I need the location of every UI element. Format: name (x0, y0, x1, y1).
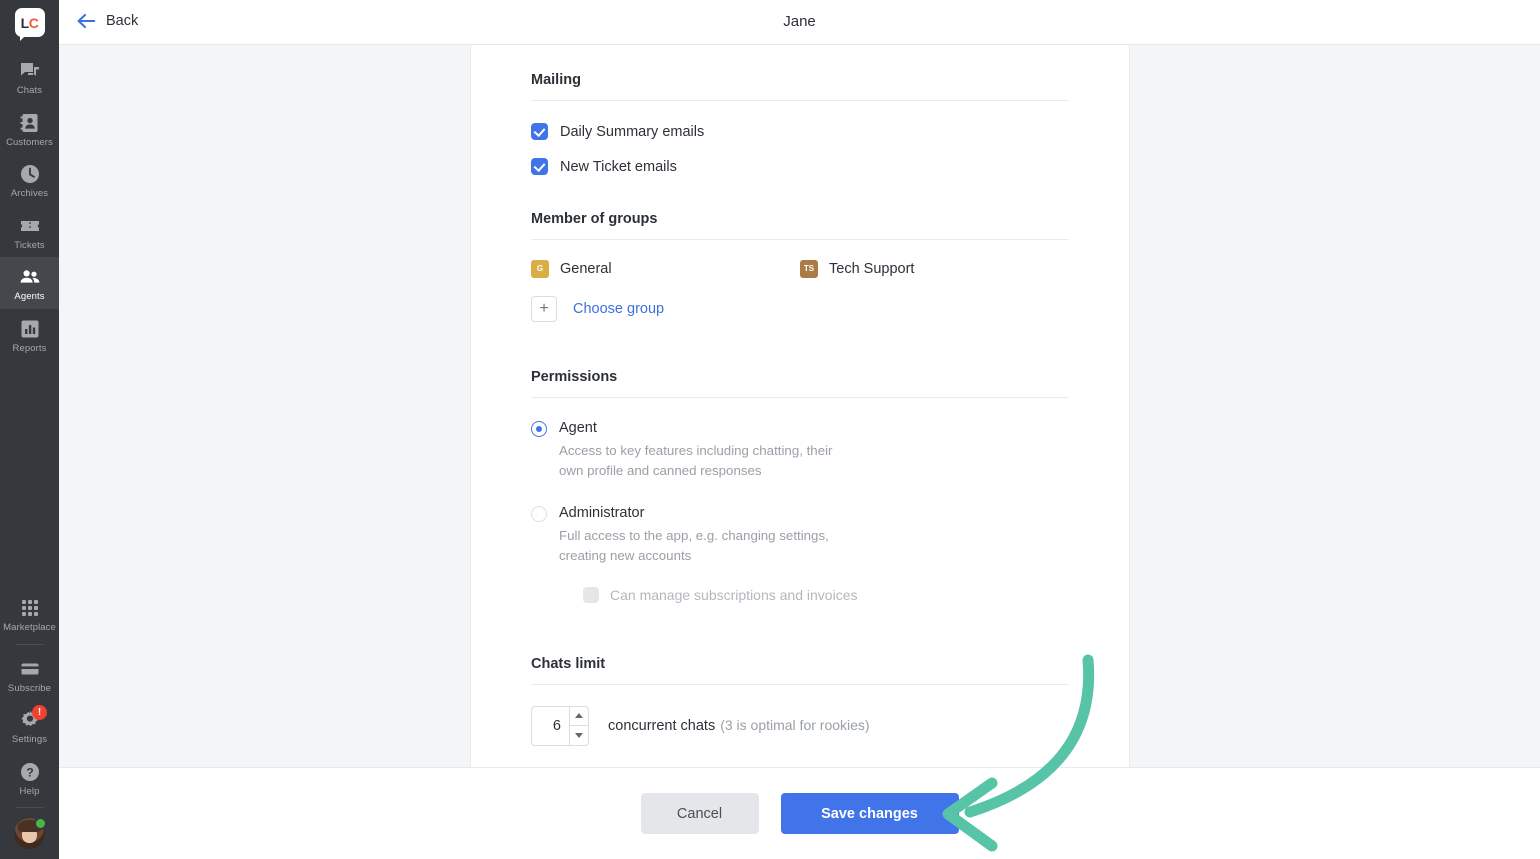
sidebar-item-subscribe[interactable]: Subscribe (0, 649, 59, 701)
checkbox-checked-icon (531, 123, 548, 140)
groups-list: G General TS Tech Support (531, 260, 1069, 278)
content-area: Mailing Daily Summary emails New Ticket … (59, 45, 1540, 767)
archives-icon (19, 163, 41, 185)
checkbox-label: Daily Summary emails (560, 123, 705, 140)
section-chats-limit: Chats limit 6 concurrent chats (3 is opti… (531, 603, 1069, 746)
section-divider (531, 683, 1069, 685)
sidebar-item-marketplace[interactable]: Marketplace (0, 588, 59, 640)
radio-label: Agent (559, 420, 597, 436)
agents-icon (19, 266, 41, 288)
group-initials-badge: TS (800, 260, 818, 278)
radio-description: Access to key features including chattin… (559, 443, 833, 478)
sidebar-label: Reports (12, 342, 47, 354)
marketplace-icon (19, 597, 41, 619)
section-divider (531, 397, 1069, 398)
checkbox-new-ticket-emails[interactable]: New Ticket emails (531, 158, 1069, 175)
chats-limit-stepper[interactable]: 6 (531, 705, 589, 746)
sidebar-item-tickets[interactable]: Tickets (0, 206, 59, 258)
agent-settings-card: Mailing Daily Summary emails New Ticket … (470, 45, 1130, 767)
sidebar-item-help[interactable]: ? Help (0, 752, 59, 804)
choose-group-link[interactable]: Choose group (573, 301, 664, 317)
svg-text:?: ? (26, 765, 33, 779)
chats-limit-value[interactable]: 6 (532, 707, 569, 745)
checkbox-label: New Ticket emails (560, 158, 677, 175)
sidebar-label: Help (19, 785, 40, 797)
checkbox-unchecked-icon (583, 586, 599, 603)
help-icon: ? (19, 761, 41, 783)
livechat-logo[interactable]: LC (14, 8, 45, 41)
radio-label: Administrator (559, 505, 645, 522)
sidebar-label: Chats (16, 85, 43, 96)
radio-agent[interactable]: Agent Access to key features including c… (531, 419, 1069, 480)
radio-unselected-icon (531, 506, 547, 523)
section-mailing: Mailing Daily Summary emails New Ticket … (531, 45, 1069, 175)
page-title: Jane (783, 13, 816, 30)
radio-administrator[interactable]: Administrator Full access to the app, e.… (531, 504, 1069, 603)
chats-icon (19, 60, 41, 82)
radio-description: Full access to the app, e.g. changing se… (559, 528, 829, 564)
plus-icon[interactable]: + (531, 296, 557, 322)
sidebar-item-customers[interactable]: Customers (0, 103, 59, 155)
section-title: Member of groups (531, 211, 658, 227)
cancel-button[interactable]: Cancel (640, 793, 759, 834)
app-root: LC Chats Customers Archives Tickets Agen… (0, 0, 1540, 859)
sidebar-label: Archives (10, 188, 49, 199)
section-title: Permissions (531, 369, 618, 385)
group-initials-badge: G (531, 260, 549, 278)
group-name: General (560, 261, 612, 277)
sidebar-item-agents[interactable]: Agents (0, 257, 59, 309)
subscribe-icon (19, 658, 41, 680)
sidebar-divider (15, 643, 44, 645)
tickets-icon (19, 215, 41, 237)
avatar[interactable] (14, 817, 47, 849)
checkbox-checked-icon (531, 158, 548, 175)
chats-limit-unit: concurrent chats (608, 717, 716, 734)
reports-icon (19, 318, 41, 340)
presence-indicator-online (34, 817, 47, 830)
top-header: Back Jane (59, 0, 1540, 45)
section-divider (531, 100, 1069, 101)
customers-icon (19, 112, 41, 134)
footer-action-bar: Cancel Save changes (59, 767, 1540, 859)
sidebar-label: Tickets (14, 239, 45, 251)
sidebar: LC Chats Customers Archives Tickets Agen… (0, 0, 59, 859)
sidebar-label: Customers (6, 136, 53, 148)
chats-limit-caption: concurrent chats (3 is optimal for rookie… (608, 717, 870, 735)
radio-selected-icon (531, 421, 547, 437)
section-title: Chats limit (531, 655, 606, 672)
group-name: Tech Support (829, 261, 915, 277)
checkbox-daily-summary-emails[interactable]: Daily Summary emails (531, 123, 1069, 140)
sidebar-label: Settings (11, 734, 48, 745)
checkbox-manage-subscriptions[interactable]: Can manage subscriptions and invoices (583, 586, 871, 603)
choose-group-row: + Choose group (531, 296, 1069, 322)
chats-limit-row: 6 concurrent chats (3 is optimal for rook… (531, 705, 1069, 746)
sidebar-divider-bottom (15, 807, 44, 808)
section-permissions: Permissions Agent Access to key features… (531, 322, 1069, 603)
chevron-down-icon (575, 732, 583, 738)
save-button[interactable]: Save changes (780, 793, 959, 834)
sidebar-label: Agents (14, 291, 45, 302)
sidebar-label: Marketplace (3, 622, 56, 633)
section-groups: Member of groups G General TS Tech Suppo… (531, 175, 1069, 322)
sidebar-label: Subscribe (7, 682, 52, 694)
sidebar-item-reports[interactable]: Reports (0, 309, 59, 361)
group-item-tech-support[interactable]: TS Tech Support (800, 260, 1069, 278)
sidebar-item-settings[interactable]: ! Settings (0, 700, 59, 752)
logo-letter-l: L (20, 14, 30, 31)
settings-alert-badge: ! (32, 705, 47, 720)
stepper-decrement-button[interactable] (570, 725, 588, 745)
section-title: Mailing (531, 72, 581, 88)
chevron-up-icon (575, 713, 583, 719)
logo-letter-c: C (28, 14, 39, 31)
stepper-increment-button[interactable] (570, 707, 588, 726)
chats-limit-hint: (3 is optimal for rookies) (720, 716, 870, 733)
group-item-general[interactable]: G General (531, 260, 800, 278)
sidebar-item-archives[interactable]: Archives (0, 154, 59, 206)
checkbox-label: Can manage subscriptions and invoices (610, 586, 858, 603)
section-divider (531, 239, 1069, 240)
sidebar-item-chats[interactable]: Chats (0, 51, 59, 103)
